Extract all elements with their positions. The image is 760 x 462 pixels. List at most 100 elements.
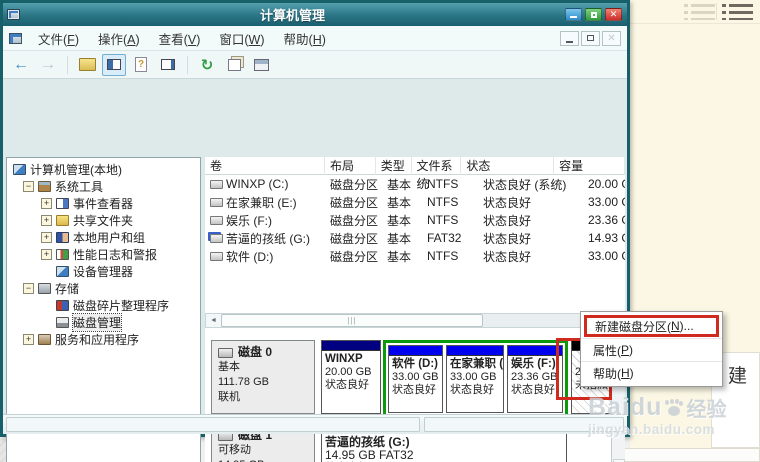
performance-icon (56, 249, 69, 260)
tree-item-services-applications[interactable]: 服务和应用程序 (7, 331, 200, 348)
disk-graphical-view: 磁盘 0 基本 111.78 GB 联机 WINXP 20.00 GB 状态良好 软… (205, 328, 625, 462)
mdi-restore-button[interactable] (581, 30, 600, 46)
minimize-icon (570, 15, 577, 18)
up-button[interactable] (75, 54, 99, 76)
tree-item-storage[interactable]: 存储 (7, 280, 200, 297)
numbered-list-icon[interactable] (684, 4, 715, 20)
folder-up-icon (78, 58, 96, 71)
export-list-button[interactable] (222, 54, 246, 76)
help-topics-button[interactable]: ? (129, 54, 153, 76)
col-filesystem[interactable]: 文件系统 (412, 157, 462, 191)
col-volume[interactable]: 卷 (205, 157, 325, 175)
volume-list-header: 卷 布局 类型 文件系统 状态 容量 (205, 157, 625, 191)
menu-view[interactable]: 查看(V) (150, 26, 210, 51)
close-button[interactable]: ✕ (605, 8, 622, 21)
action-pane-icon (161, 59, 175, 70)
maximize-button[interactable] (585, 8, 602, 21)
tree-item-system-tools[interactable]: 系统工具 (7, 178, 200, 195)
disk0-header[interactable]: 磁盘 0 基本 111.78 GB 联机 (211, 340, 315, 414)
menu-help[interactable]: 帮助(H) (275, 26, 335, 51)
mdi-minimize-button[interactable] (560, 30, 579, 46)
content-area: 计算机管理(本地) 系统工具 事件查看器 共享文件夹 本地用户和组 性能日志和警… (3, 79, 627, 462)
mdi-close-button[interactable]: ✕ (602, 30, 621, 46)
volume-list: 卷 布局 类型 文件系统 状态 容量 WINXP (C:) 磁盘分区 基本 NTF… (205, 157, 625, 313)
disk-management-icon (56, 317, 69, 328)
drive-icon (210, 179, 223, 189)
console-tree-icon (107, 59, 121, 70)
computer-icon (13, 164, 26, 175)
title-bar[interactable]: 计算机管理 ✕ (3, 3, 627, 26)
minimize-button[interactable] (565, 8, 582, 21)
menu-item-help[interactable]: 帮助(H) (581, 361, 722, 384)
tree-item-disk-management[interactable]: 磁盘管理 (7, 313, 200, 332)
expand-icon[interactable] (41, 249, 52, 260)
tree-item-device-manager[interactable]: 设备管理器 (7, 263, 200, 280)
tree-item-computer-management[interactable]: 计算机管理(本地) (7, 161, 200, 178)
event-viewer-icon (56, 198, 69, 209)
scrollbar-thumb[interactable]: ||| (221, 314, 483, 327)
back-button[interactable]: ← (9, 54, 33, 76)
menu-action[interactable]: 操作(A) (89, 26, 149, 51)
menu-bar: 文件(F) 操作(A) 查看(V) 窗口(W) 帮助(H) ✕ (3, 26, 627, 51)
users-icon (56, 232, 69, 243)
extended-partition-frame: 软件 (D:)33.00 GB状态良好 在家兼职 (E:)33.00 GB状态良… (383, 340, 568, 420)
bullet-list-icon[interactable] (722, 4, 753, 20)
help-window-icon (253, 58, 269, 71)
export-list-icon (227, 58, 241, 71)
menu-item-new-partition[interactable]: 新建磁盘分区(N)... (584, 315, 719, 337)
horizontal-scrollbar[interactable]: ◄ ||| ► (205, 313, 625, 328)
volume-row[interactable]: WINXP (C:) 磁盘分区基本 NTFS状态良好 (系统) 20.00 GB (205, 175, 625, 193)
col-type[interactable]: 类型 (376, 157, 412, 175)
window-title: 计算机管理 (259, 8, 325, 23)
partition-winxp[interactable]: WINXP 20.00 GB 状态良好 (321, 340, 381, 414)
volume-row[interactable]: 在家兼职 (E:) 磁盘分区基本 NTFS状态良好 33.00 GB (205, 193, 625, 211)
device-manager-icon (56, 266, 69, 277)
show-console-tree-button[interactable] (102, 53, 126, 76)
maximize-icon (590, 11, 597, 18)
show-action-pane-button[interactable] (156, 54, 180, 76)
computer-icon (7, 9, 20, 20)
logical-drive-bar (508, 346, 562, 356)
status-panel-right (424, 417, 624, 432)
mdi-close-icon: ✕ (607, 32, 616, 44)
menu-file[interactable]: 文件(F) (29, 26, 88, 51)
defragmenter-icon (56, 300, 69, 311)
tree-item-event-viewer[interactable]: 事件查看器 (7, 195, 200, 212)
menu-window[interactable]: 窗口(W) (210, 26, 273, 51)
logical-drive-bar (389, 346, 442, 356)
forward-button[interactable]: → (36, 54, 60, 76)
removable-drive-icon (210, 233, 223, 243)
tree-item-shared-folders[interactable]: 共享文件夹 (7, 212, 200, 229)
tree-item-local-users-groups[interactable]: 本地用户和组 (7, 229, 200, 246)
expand-icon[interactable] (41, 198, 52, 209)
tree-item-disk-defragmenter[interactable]: 磁盘碎片整理程序 (7, 297, 200, 314)
help-window-button[interactable] (249, 54, 273, 76)
disk-icon (218, 347, 233, 358)
drive-icon (210, 197, 223, 207)
scroll-left-arrow[interactable]: ◄ (206, 314, 221, 327)
collapse-icon[interactable] (23, 283, 34, 294)
partition-software[interactable]: 软件 (D:) 33.00 GB 状态良好 (388, 345, 443, 413)
status-bar (3, 414, 627, 434)
volume-row[interactable]: 苦逼的孩纸 (G:) 磁盘分区基本 FAT32状态良好 14.93 GB (205, 229, 625, 247)
collapse-icon[interactable] (23, 181, 34, 192)
expand-icon[interactable] (23, 334, 34, 345)
col-status[interactable]: 状态 (461, 157, 555, 175)
toolbar-divider (187, 55, 188, 74)
refresh-button[interactable]: ↻ (195, 54, 219, 76)
volume-row[interactable]: 软件 (D:) 磁盘分区基本 NTFS状态良好 33.00 GB (205, 247, 625, 265)
forward-icon: → (40, 55, 56, 73)
primary-partition-bar (322, 341, 380, 351)
col-layout[interactable]: 布局 (325, 157, 376, 175)
col-capacity[interactable]: 容量 (554, 157, 625, 175)
heading-fragment-text: 建 (728, 366, 748, 387)
expand-icon[interactable] (41, 215, 52, 226)
volume-row[interactable]: 娱乐 (F:) 磁盘分区基本 NTFS状态良好 23.36 GB (205, 211, 625, 229)
partition-work-from-home[interactable]: 在家兼职 (E:)33.00 GB状态良好 (446, 345, 504, 413)
tree-item-performance-logs[interactable]: 性能日志和警报 (7, 246, 200, 263)
logical-drive-bar (447, 346, 503, 356)
services-icon (38, 334, 51, 345)
expand-icon[interactable] (41, 232, 52, 243)
menu-item-properties[interactable]: 属性(P) (581, 338, 722, 361)
partition-entertainment[interactable]: 娱乐 (F:) 23.36 GB 状态良好 (507, 345, 563, 413)
